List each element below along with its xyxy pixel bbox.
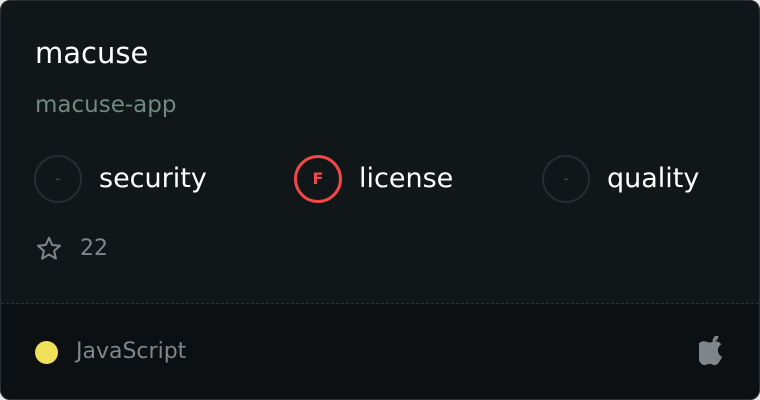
license-label: license (359, 163, 454, 194)
card-main: macuse macuse-app - security F license -… (1, 1, 759, 303)
repo-card[interactable]: macuse macuse-app - security F license -… (0, 0, 760, 400)
security-grade-badge: - (34, 155, 82, 203)
repo-subtitle[interactable]: macuse-app (35, 89, 176, 121)
language-indicator: JavaScript (35, 336, 186, 368)
card-footer: JavaScript (1, 304, 759, 399)
repo-title[interactable]: macuse (35, 35, 148, 71)
license-grade-badge: F (294, 155, 342, 203)
quality-grade-badge: - (542, 155, 590, 203)
security-label: security (99, 163, 207, 194)
star-count-group[interactable]: 22 (35, 233, 108, 265)
metric-license[interactable]: F license (294, 155, 453, 203)
metric-quality[interactable]: - quality (542, 155, 699, 203)
star-outline-icon (37, 236, 61, 260)
metric-security[interactable]: - security (34, 155, 207, 203)
apple-icon (699, 336, 727, 368)
language-name: JavaScript (76, 339, 187, 364)
star-count: 22 (80, 236, 108, 261)
quality-label: quality (607, 163, 700, 194)
language-color-dot (35, 340, 58, 364)
